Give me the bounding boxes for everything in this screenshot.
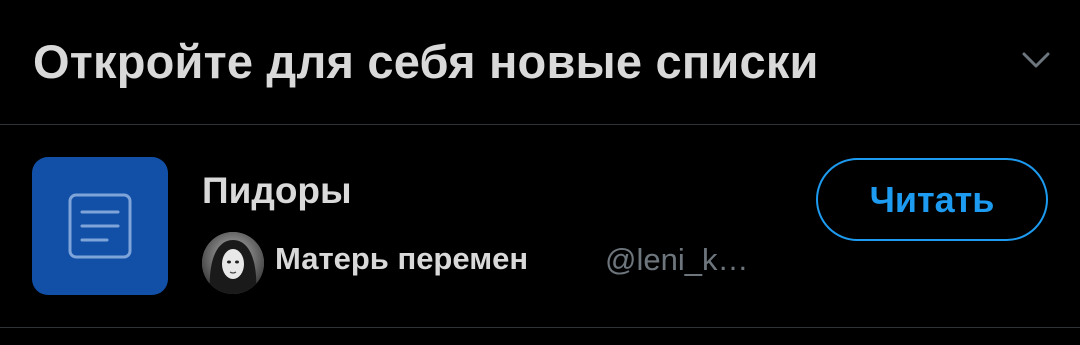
list-name[interactable]: Пидоры xyxy=(202,170,352,212)
section-title: Откройте для себя новые списки xyxy=(33,35,819,88)
list-item[interactable]: Пидоры Матерь перемен @leni_k… Читать xyxy=(0,126,1080,328)
avatar[interactable] xyxy=(202,232,264,294)
chevron-down-icon[interactable] xyxy=(1020,48,1052,72)
suggested-lists-header: Откройте для себя новые списки xyxy=(0,0,1080,125)
owner-name[interactable]: Матерь перемен xyxy=(275,241,528,277)
follow-list-button[interactable]: Читать xyxy=(816,158,1048,241)
list-document-icon xyxy=(68,193,132,259)
owner-handle[interactable]: @leni_k… xyxy=(605,242,748,278)
list-cover xyxy=(32,157,168,295)
